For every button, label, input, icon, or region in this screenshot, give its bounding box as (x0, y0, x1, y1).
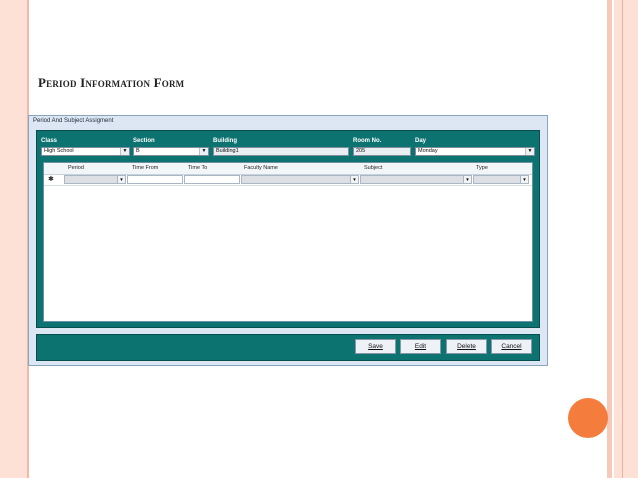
section-value: B (136, 148, 140, 154)
section-combobox[interactable]: B ▼ (133, 147, 209, 156)
col-subject: Subject (364, 165, 383, 171)
chevron-down-icon[interactable]: ▼ (199, 148, 208, 155)
right-decor-bar-inner (607, 0, 612, 478)
class-label: Class (41, 138, 58, 144)
form-window: Period And Subject Assigment Class High … (28, 115, 548, 366)
delete-button[interactable]: Delete (446, 339, 487, 354)
col-type: Type (476, 165, 488, 171)
col-time-from: Time From (132, 165, 159, 171)
top-panel: Class High School ▼ Section B ▼ Building… (36, 130, 540, 328)
chevron-down-icon[interactable]: ▼ (520, 176, 528, 183)
building-label: Building (213, 138, 237, 144)
time-from-cell[interactable] (127, 175, 183, 184)
day-value: Monday (418, 148, 438, 154)
chevron-down-icon[interactable]: ▼ (120, 148, 129, 155)
chevron-down-icon[interactable]: ▼ (525, 148, 534, 155)
class-value: High School (44, 148, 74, 154)
edit-button[interactable]: Edit (400, 339, 441, 354)
new-row-icon: ✱ (48, 176, 54, 183)
right-decor-line (622, 0, 623, 478)
time-to-cell[interactable] (184, 175, 240, 184)
chevron-down-icon[interactable]: ▼ (117, 176, 125, 183)
slide-title: Period Information Form (38, 75, 185, 90)
class-combobox[interactable]: High School ▼ (41, 147, 130, 156)
period-grid: Period Time From Time To Faculty Name Su… (43, 162, 533, 322)
cancel-button[interactable]: Cancel (491, 339, 532, 354)
left-decor-bar (0, 0, 27, 478)
save-button[interactable]: Save (355, 339, 396, 354)
button-panel: Save Edit Delete Cancel (36, 334, 540, 361)
table-row: ✱ ▼ ▼ ▼ ▼ (44, 174, 532, 186)
day-label: Day (415, 138, 427, 144)
section-label: Section (133, 138, 155, 144)
chevron-down-icon[interactable]: ▼ (350, 176, 358, 183)
type-cell[interactable]: ▼ (473, 175, 529, 184)
period-cell[interactable]: ▼ (64, 175, 126, 184)
room-field[interactable]: 205 (353, 147, 411, 156)
day-combobox[interactable]: Monday ▼ (415, 147, 535, 156)
room-label: Room No. (353, 138, 382, 144)
orange-circle-decor (568, 398, 608, 438)
chevron-down-icon[interactable]: ▼ (463, 176, 471, 183)
building-field[interactable]: Building1 (213, 147, 349, 156)
subject-cell[interactable]: ▼ (360, 175, 472, 184)
faculty-name-cell[interactable]: ▼ (241, 175, 359, 184)
window-title: Period And Subject Assigment (33, 118, 114, 124)
col-time-to: Time To (188, 165, 208, 171)
col-period: Period (68, 165, 84, 171)
col-faculty-name: Faculty Name (244, 165, 278, 171)
right-decor-bar-outer (614, 0, 638, 478)
